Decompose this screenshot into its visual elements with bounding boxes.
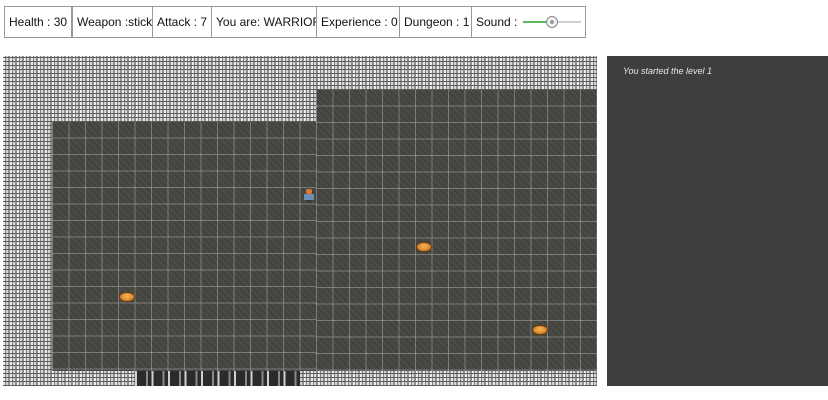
sound-control: Sound : (471, 6, 586, 38)
attack-stat: Attack : 7 (152, 6, 213, 38)
log-message: You started the level 1 (623, 66, 713, 76)
food-icon (532, 325, 548, 335)
warrior-icon (303, 189, 315, 203)
food-icon (119, 292, 135, 302)
floor-region (316, 90, 597, 371)
weapon-stat: Weapon :stick (72, 6, 158, 38)
role-stat: You are: WARRIOR (211, 6, 327, 38)
spike-trap-row (135, 371, 300, 386)
experience-stat: Experience : 0 (316, 6, 403, 38)
message-log: You started the level 1 (607, 56, 828, 386)
sound-slider[interactable] (523, 16, 581, 28)
dungeon-stat: Dungeon : 1 (399, 6, 475, 38)
sound-label: Sound : (476, 15, 518, 29)
floor-region (52, 122, 316, 371)
health-stat: Health : 30 (4, 6, 73, 38)
dungeon-map[interactable] (3, 56, 597, 386)
slider-thumb[interactable] (546, 16, 559, 28)
food-icon (416, 242, 432, 252)
